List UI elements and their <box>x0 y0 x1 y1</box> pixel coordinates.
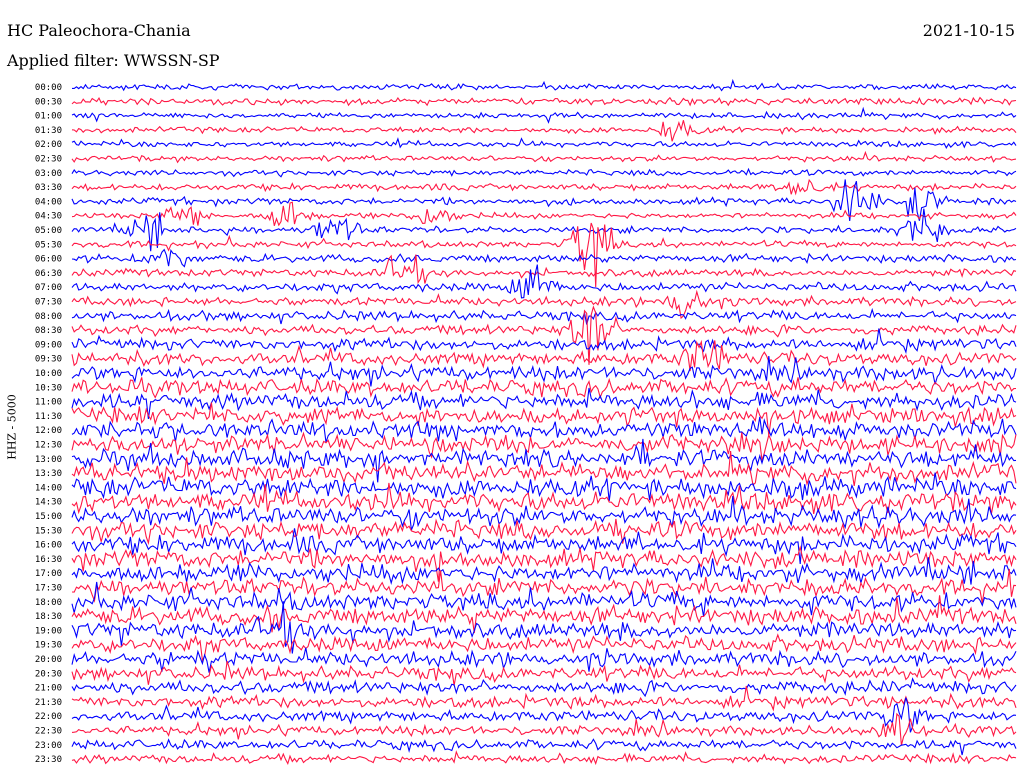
time-tick-label: 06:30 <box>35 269 62 279</box>
time-tick-label: 15:30 <box>35 526 62 536</box>
time-tick-label: 17:00 <box>35 569 62 579</box>
time-tick-label: 09:30 <box>35 355 62 365</box>
seismogram-trace <box>71 545 1017 582</box>
time-tick-label: 08:30 <box>35 326 62 336</box>
seismogram-trace <box>71 712 1017 746</box>
helicorder-plot: 00:00 00:30 01:00 01:30 02:00 02:30 03:00 03:30… <box>35 78 1017 766</box>
time-tick-label: 04:30 <box>35 212 62 222</box>
seismogram-trace <box>71 557 1017 585</box>
time-tick-label: 01:30 <box>35 126 62 136</box>
time-tick-label: 20:00 <box>35 655 62 665</box>
time-tick-label: 11:00 <box>35 398 62 408</box>
seismogram-trace <box>71 416 1017 443</box>
time-tick-label: 19:00 <box>35 626 62 636</box>
time-tick-label: 21:00 <box>35 684 62 694</box>
time-tick-label: 18:00 <box>35 598 62 608</box>
time-tick-label: 10:00 <box>35 369 62 379</box>
seismogram-trace <box>71 697 1017 733</box>
time-tick-label: 18:30 <box>35 612 62 622</box>
seismogram-trace <box>71 137 1017 149</box>
time-tick-label: 13:00 <box>35 455 62 465</box>
time-tick-label: 10:30 <box>35 383 62 393</box>
seismogram-trace <box>71 96 1017 107</box>
seismogram-trace <box>71 685 1017 712</box>
seismogram-trace <box>71 178 1017 196</box>
seismogram-trace <box>71 660 1017 686</box>
seismogram-trace <box>71 568 1017 604</box>
seismogram-trace <box>71 248 1017 268</box>
time-tick-label: 19:30 <box>35 641 62 651</box>
time-tick-label: 05:00 <box>35 226 62 236</box>
seismogram-trace <box>71 518 1017 546</box>
time-tick-label: 12:30 <box>35 441 62 451</box>
seismogram-trace <box>71 150 1017 164</box>
seismogram-trace <box>71 495 1017 531</box>
seismogram-trace <box>71 201 1017 227</box>
seismogram-trace <box>71 120 1017 142</box>
time-tick-label: 07:00 <box>35 283 62 293</box>
time-tick-label: 06:00 <box>35 255 62 265</box>
time-tick-label: 12:00 <box>35 426 62 436</box>
seismogram-trace <box>71 431 1017 461</box>
seismogram-trace <box>71 264 1017 299</box>
time-tick-label: 09:00 <box>35 340 62 350</box>
time-tick-label: 20:30 <box>35 669 62 679</box>
seismogram-trace <box>72 78 1017 92</box>
seismogram-trace <box>71 633 1017 662</box>
time-tick-label: 14:30 <box>35 498 62 508</box>
seismogram-trace <box>71 750 1017 766</box>
seismogram-trace <box>71 167 1017 178</box>
time-tick-label: 21:30 <box>35 698 62 708</box>
time-tick-label: 23:00 <box>35 741 62 751</box>
seismogram-trace <box>71 106 1017 124</box>
time-tick-label: 22:00 <box>35 712 62 722</box>
time-tick-label: 03:30 <box>35 183 62 193</box>
time-tick-label: 08:00 <box>35 312 62 322</box>
seismogram-trace <box>71 677 1017 698</box>
time-tick-label: 23:30 <box>35 755 62 765</box>
time-tick-label: 02:30 <box>35 155 62 165</box>
seismogram-trace <box>71 450 1017 486</box>
time-tick-label: 16:00 <box>35 541 62 551</box>
time-tick-label: 00:00 <box>35 83 62 93</box>
time-tick-label: 01:00 <box>35 112 62 122</box>
seismogram-trace <box>71 328 1017 355</box>
time-tick-label: 16:30 <box>35 555 62 565</box>
time-tick-label: 07:30 <box>35 298 62 308</box>
time-tick-label: 11:30 <box>35 412 62 422</box>
seismogram-trace <box>71 307 1017 325</box>
time-tick-label: 00:30 <box>35 97 62 107</box>
trace-group <box>71 78 1017 766</box>
time-tick-label: 03:00 <box>35 169 62 179</box>
time-tick-label: 02:00 <box>35 140 62 150</box>
time-tick-label: 05:30 <box>35 240 62 250</box>
time-tick-label: 04:00 <box>35 197 62 207</box>
time-tick-label: 14:00 <box>35 483 62 493</box>
time-tick-group: 00:00 00:30 01:00 01:30 02:00 02:30 03:00 03:30… <box>35 83 62 765</box>
time-tick-label: 13:30 <box>35 469 62 479</box>
time-tick-label: 22:30 <box>35 727 62 737</box>
time-tick-label: 17:30 <box>35 584 62 594</box>
time-tick-label: 15:00 <box>35 512 62 522</box>
